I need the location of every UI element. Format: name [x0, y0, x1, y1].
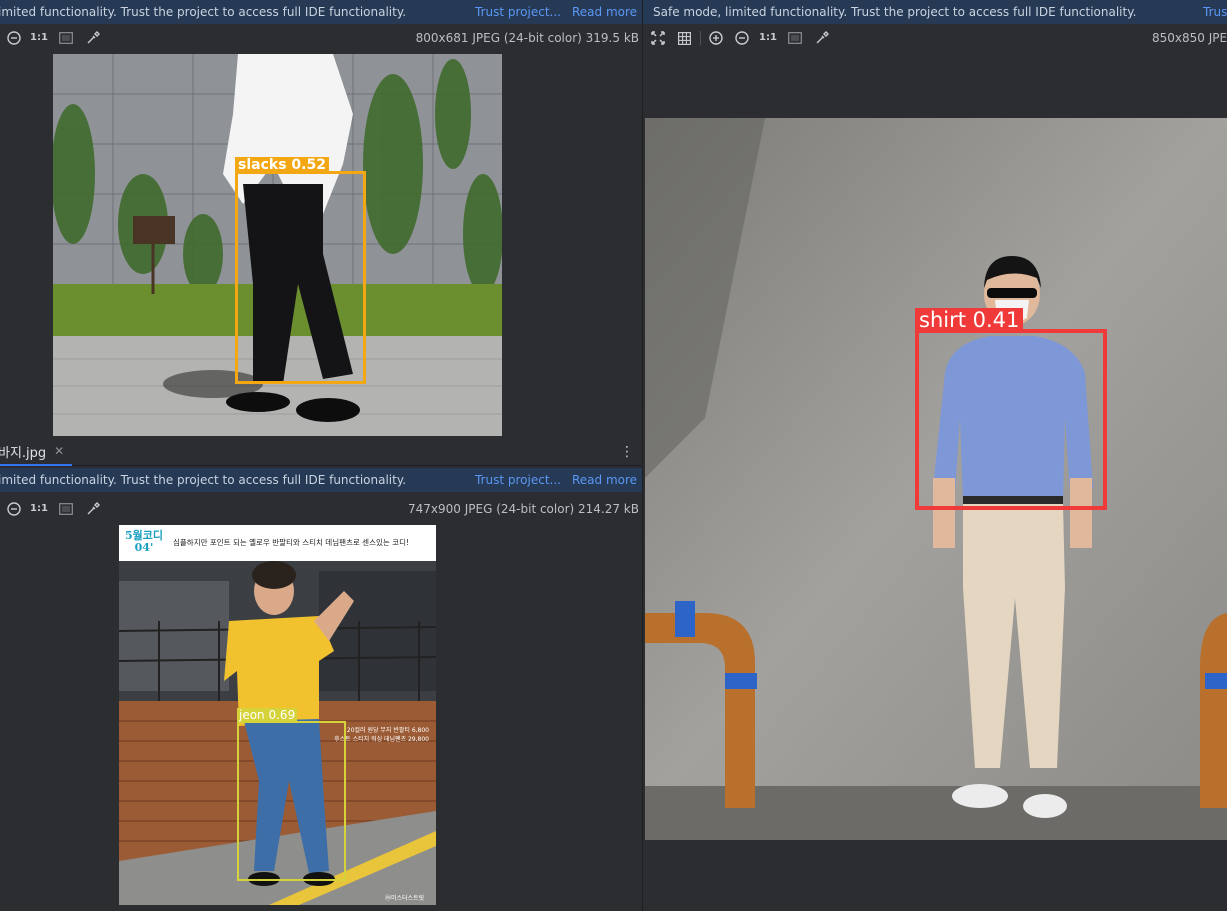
zoom-in-icon[interactable]	[707, 29, 725, 47]
zoom-out-icon[interactable]	[733, 29, 751, 47]
toolbar-divider	[700, 31, 701, 45]
read-more-link[interactable]: Read more	[572, 468, 637, 492]
actual-size-button[interactable]: 1:1	[759, 29, 777, 47]
header-badge-line2: 04'	[134, 541, 154, 554]
zoom-out-icon[interactable]	[5, 29, 23, 47]
grid-icon[interactable]	[675, 29, 693, 47]
safe-mode-banner: imited functionality. Trust the project …	[0, 0, 642, 24]
eyedropper-icon[interactable]	[813, 29, 831, 47]
safe-mode-message: Safe mode, limited functionality. Trust …	[653, 5, 1137, 19]
image-toolbar: 1:1 850x850 JPE	[643, 24, 1227, 52]
image-toolbar: 1:1 800x681 JPEG (24-bit color) 319.5 kB	[0, 24, 642, 52]
image-viewer-top-left: imited functionality. Trust the project …	[0, 0, 642, 438]
tab-image-file[interactable]: 바지.jpg ✕	[0, 438, 73, 466]
header-badge: 5월코디 04'	[121, 530, 167, 554]
tab-label: 바지.jpg	[0, 445, 47, 461]
slacks-photo: slacks 0.52	[53, 54, 502, 436]
detection-box-shirt	[915, 329, 1107, 510]
trust-project-link[interactable]: Trust project...	[475, 468, 561, 492]
detection-box-slacks	[235, 171, 366, 384]
detection-box-jeon	[237, 721, 346, 881]
shirt-photo: shirt 0.41	[645, 118, 1227, 840]
background-icon[interactable]	[786, 29, 804, 47]
zoom-out-icon[interactable]	[5, 500, 23, 518]
header-caption: 심플하지만 포인트 되는 옐로우 반팔티와 스티치 데님팬츠로 센스있는 코디!	[173, 538, 409, 547]
background-icon[interactable]	[57, 29, 75, 47]
more-vertical-icon[interactable]: ⋮	[620, 444, 634, 460]
photo-header: 5월코디 04' 심플하지만 포인트 되는 옐로우 반팔티와 스티치 데님팬츠로…	[119, 525, 436, 561]
safe-mode-message: imited functionality. Trust the project …	[0, 473, 407, 487]
editor-tab-bar: 바지.jpg ✕ ⋮	[0, 438, 642, 466]
detection-label-shirt: shirt 0.41	[915, 308, 1024, 332]
image-info: 747x900 JPEG (24-bit color) 214.27 kB	[408, 502, 639, 516]
trust-project-link[interactable]: Trust project...	[475, 0, 561, 24]
detection-label-jeon: jeon 0.69	[237, 708, 298, 722]
read-more-link[interactable]: Read more	[572, 0, 637, 24]
eyedropper-icon[interactable]	[84, 29, 102, 47]
fit-to-window-icon[interactable]	[649, 29, 667, 47]
safe-mode-banner: imited functionality. Trust the project …	[0, 468, 642, 492]
eyedropper-icon[interactable]	[84, 500, 102, 518]
image-viewer-right: Safe mode, limited functionality. Trust …	[643, 0, 1227, 911]
jeans-photo: 5월코디 04' 심플하지만 포인트 되는 옐로우 반팔티와 스티치 데님팬츠로…	[119, 525, 436, 905]
safe-mode-message: imited functionality. Trust the project …	[0, 5, 407, 19]
close-icon[interactable]: ✕	[54, 444, 64, 458]
image-viewer-bottom-left: 바지.jpg ✕ ⋮ imited functionality. Trust t…	[0, 438, 642, 911]
actual-size-button[interactable]: 1:1	[30, 29, 48, 47]
image-toolbar: 1:1 747x900 JPEG (24-bit color) 214.27 k…	[0, 495, 642, 523]
image-info: 800x681 JPEG (24-bit color) 319.5 kB	[415, 31, 639, 45]
background-icon[interactable]	[57, 500, 75, 518]
detection-label-slacks: slacks 0.52	[235, 157, 329, 174]
image-info: 850x850 JPE	[1152, 31, 1227, 45]
actual-size-button[interactable]: 1:1	[30, 500, 48, 518]
trust-project-link[interactable]: Trus	[1203, 0, 1227, 24]
photo-watermark: Ⓜ미스터스트릿	[385, 895, 425, 902]
safe-mode-banner: Safe mode, limited functionality. Trust …	[643, 0, 1227, 24]
